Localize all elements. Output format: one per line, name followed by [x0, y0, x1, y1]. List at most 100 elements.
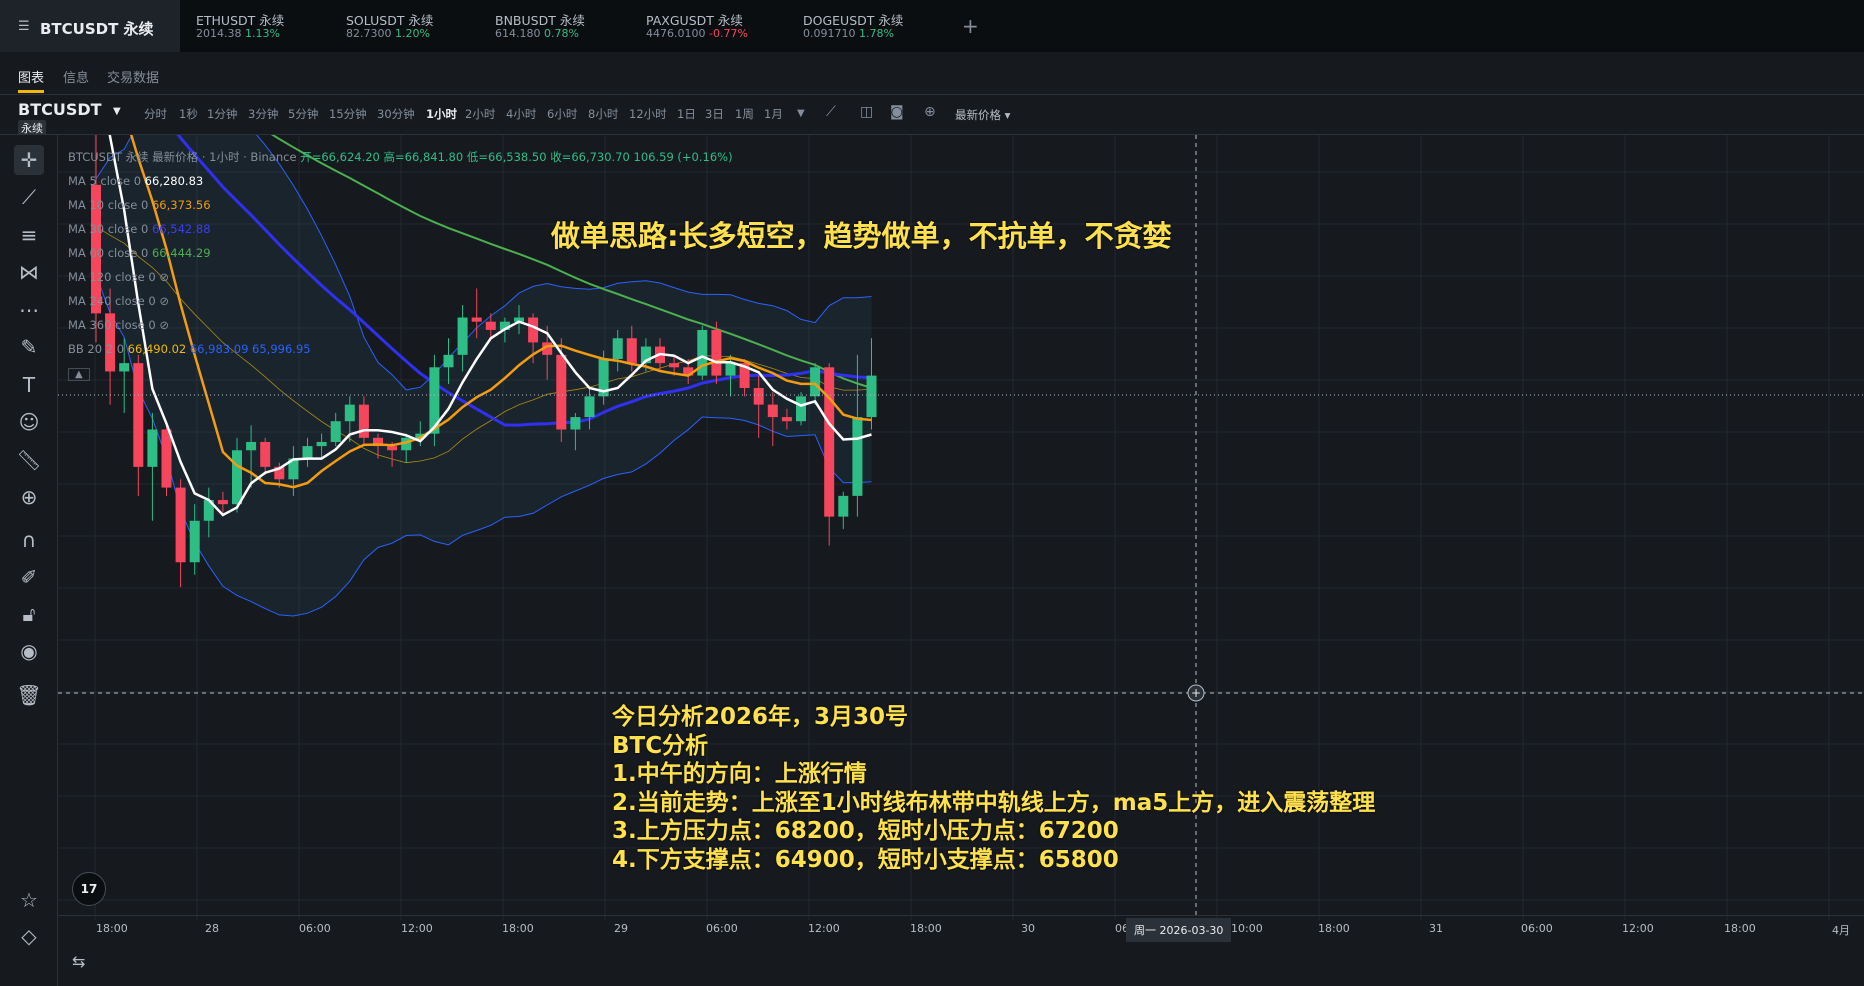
interval-option[interactable]: 3日 — [705, 106, 724, 122]
time-tick: 18:00 — [1318, 922, 1350, 935]
tab-paxgusdt[interactable]: PAXGUSDT 永续 4476.0100 -0.77% — [632, 0, 782, 52]
chevron-up-icon[interactable]: ▲ — [68, 368, 90, 381]
brush-icon[interactable]: ✎ — [14, 332, 44, 362]
legend-collapse-button[interactable]: ▲ — [68, 361, 733, 385]
candle-body — [330, 421, 341, 442]
candle-body — [767, 404, 778, 418]
lock-drawing-icon[interactable]: ✐ — [14, 562, 44, 592]
symbol-tab-bar: ☰ BTCUSDT 永续 ETHUSDT 永续 2014.38 1.13% SO… — [0, 0, 1864, 53]
interval-option-active[interactable]: 1小时 — [426, 106, 457, 122]
interval-option[interactable]: 分时 — [144, 106, 167, 122]
analysis-line: 4.下方支撑点：64900，短时小支撑点：65800 — [612, 846, 1119, 873]
layers-icon[interactable]: ◇ — [14, 921, 44, 951]
interval-option[interactable]: 8小时 — [588, 106, 618, 122]
ruler-icon[interactable]: 📏︎ — [14, 445, 44, 475]
eye-off-icon[interactable]: ⊘ — [159, 318, 169, 332]
legend-ma120[interactable]: MA 120 close 0 ⊘ — [68, 265, 733, 289]
legend-low: 低=66,538.50 — [466, 150, 547, 164]
bb-upper-value: 66,983.09 — [189, 342, 249, 356]
interval-option[interactable]: 1秒 — [179, 106, 198, 122]
analysis-line: 3.上方压力点：68200，短时小压力点：67200 — [612, 818, 1119, 844]
interval-option[interactable]: 4小时 — [506, 106, 536, 122]
lock-icon[interactable]: 🔓︎ — [14, 599, 44, 629]
tab-trading-data[interactable]: 交易数据 — [107, 67, 159, 86]
candle-body — [161, 429, 172, 488]
interval-option[interactable]: 3分钟 — [248, 106, 278, 122]
price-type-dropdown[interactable]: 最新价格 ▾ — [955, 107, 1010, 123]
chart-subtabs: 图表 信息 交易数据 — [0, 52, 1864, 95]
template-icon[interactable]: ◫ — [860, 104, 873, 120]
strategy-annotation: 做单思路:长多短空，趋势做单，不抗单，不贪婪 — [551, 219, 1172, 253]
calendar-icon[interactable]: ⇆ — [72, 952, 85, 971]
time-tick: 28 — [205, 922, 219, 935]
interval-option[interactable]: 1分钟 — [207, 106, 237, 122]
eye-icon[interactable]: ◉ — [14, 636, 44, 666]
analysis-annotation: 今日分析2026年，3月30号 BTC分析 1.中午的方向：上涨行情 2.当前走… — [612, 703, 1375, 874]
tradingview-logo[interactable]: 17 — [72, 872, 106, 906]
camera-icon[interactable]: ◙ — [890, 104, 904, 120]
ma-value: 66,444.29 — [151, 246, 211, 260]
drawing-toolbar: ✛ ⟋ ≡ ⋈ ⋯ ✎ T ☺ 📏︎ ⊕ ∩ ✐ 🔓︎ ◉ 🗑︎ ☆ ◇ — [0, 135, 58, 986]
magnet-icon[interactable]: ∩ — [14, 525, 44, 555]
candle-body — [344, 404, 355, 422]
emoji-icon[interactable]: ☺ — [14, 407, 44, 437]
pattern-icon[interactable]: ⋈ — [14, 257, 44, 287]
interval-option[interactable]: 12小时 — [629, 106, 667, 122]
eye-off-icon[interactable]: ⊘ — [159, 294, 169, 308]
candle-body — [387, 446, 398, 451]
fib-icon[interactable]: ≡ — [14, 220, 44, 250]
time-tick: 18:00 — [1724, 922, 1756, 935]
interval-option[interactable]: 5分钟 — [288, 106, 318, 122]
add-tab-button[interactable]: + — [962, 14, 979, 38]
active-tab-indicator — [18, 90, 44, 93]
tab-change: 0.78% — [544, 27, 579, 40]
bb-mid-value: 66,490.02 — [127, 342, 187, 356]
candle-body — [147, 429, 158, 467]
interval-option[interactable]: 30分钟 — [377, 106, 415, 122]
trash-icon[interactable]: 🗑︎ — [14, 680, 44, 710]
interval-option[interactable]: 2小时 — [465, 106, 495, 122]
tab-ethusdt[interactable]: ETHUSDT 永续 2014.38 1.13% — [182, 0, 322, 52]
eye-off-icon[interactable]: ⊘ — [159, 270, 169, 284]
crosshair-icon[interactable]: ✛ — [14, 145, 44, 175]
symbol-selector[interactable]: BTCUSDT — [18, 100, 102, 119]
interval-option[interactable]: 1月 — [764, 106, 783, 122]
ma-label: MA 360 close 0 — [68, 318, 156, 332]
candle-body — [232, 450, 242, 505]
interval-option[interactable]: 15分钟 — [329, 106, 367, 122]
text-icon[interactable]: T — [14, 370, 44, 400]
tab-dogeusdt[interactable]: DOGEUSDT 永续 0.091710 1.78% — [789, 0, 939, 52]
candle-body — [824, 367, 835, 517]
tab-bnbusdt[interactable]: BNBUSDT 永续 614.180 0.78% — [481, 0, 621, 52]
analysis-line: BTC分析 — [612, 732, 709, 759]
tab-solusdt[interactable]: SOLUSDT 永续 82.7300 1.20% — [332, 0, 472, 52]
legend-ma5[interactable]: MA 5 close 0 66,280.83 — [68, 169, 733, 193]
time-tick: 30 — [1021, 922, 1035, 935]
zoom-in-icon[interactable]: ⊕ — [14, 482, 44, 512]
interval-option[interactable]: 1日 — [677, 106, 696, 122]
more-intervals-icon[interactable]: ▼ — [797, 108, 805, 119]
analysis-line: 今日分析2026年，3月30号 — [612, 704, 909, 730]
interval-option[interactable]: 1周 — [735, 106, 754, 122]
tab-change: 1.20% — [395, 27, 430, 40]
chevron-down-icon[interactable]: ▼ — [113, 106, 121, 117]
tab-change: -0.77% — [709, 27, 748, 40]
interval-option[interactable]: 6小时 — [547, 106, 577, 122]
trendline-icon[interactable]: ⟋ — [14, 182, 44, 212]
tab-chart[interactable]: 图表 — [18, 67, 44, 86]
candle-body — [316, 441, 327, 447]
chart-legend: BTCUSDT 永续 最新价格 · 1小时 · Binance 开=66,624… — [68, 145, 733, 385]
indicator-icon[interactable]: ⟋ — [826, 104, 836, 120]
add-icon[interactable]: ⊕ — [924, 104, 936, 120]
tab-btcusdt[interactable]: ☰ BTCUSDT 永续 — [0, 0, 180, 52]
time-tick: 10:00 — [1231, 922, 1263, 935]
tab-info[interactable]: 信息 — [63, 67, 89, 86]
star-icon[interactable]: ☆ — [14, 885, 44, 915]
tab-price: 82.7300 — [346, 27, 392, 40]
legend-ma240[interactable]: MA 240 close 0 ⊘ — [68, 289, 733, 313]
candle-body — [570, 417, 581, 430]
legend-bb[interactable]: BB 20 2 0 66,490.02 66,983.09 65,996.95 — [68, 337, 733, 361]
legend-ma360[interactable]: MA 360 close 0 ⊘ — [68, 313, 733, 337]
ma-value: 66,542.88 — [151, 222, 211, 236]
measure-lines-icon[interactable]: ⋯ — [14, 295, 44, 325]
